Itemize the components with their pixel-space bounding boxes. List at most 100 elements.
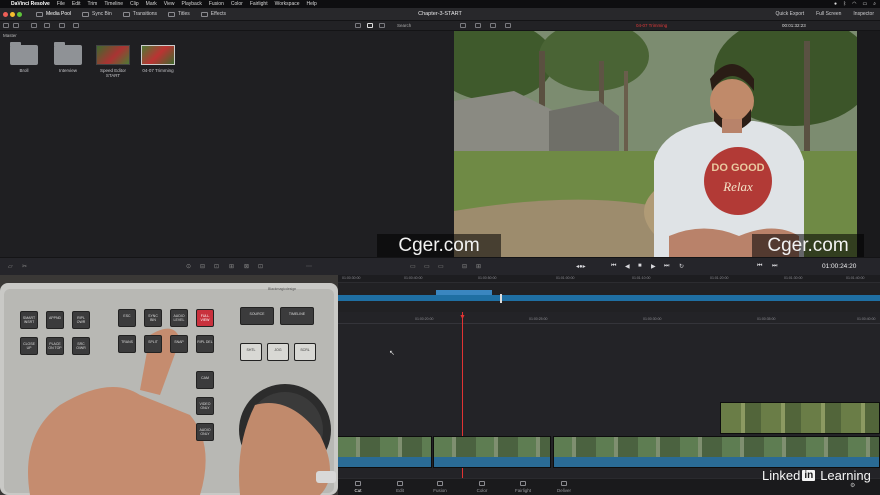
key-snap: SNAP: [170, 335, 188, 353]
smart-insert-icon[interactable]: ⊙: [186, 263, 191, 270]
sync-bin-button[interactable]: Sync Bin: [82, 11, 112, 17]
snap-icon[interactable]: ⊟: [462, 263, 467, 270]
new-bin-icon[interactable]: [44, 23, 50, 28]
audio-trim-icon[interactable]: ⊞: [476, 263, 481, 270]
menu-app-name[interactable]: DaVinci Resolve: [11, 1, 50, 7]
tools-icon[interactable]: ✂: [22, 263, 27, 270]
tape-view-icon[interactable]: [475, 23, 481, 28]
append-icon[interactable]: ⊟: [200, 263, 205, 270]
close-up-icon[interactable]: ⊞: [229, 263, 234, 270]
full-screen-button[interactable]: Full Screen: [816, 11, 841, 17]
next-edit-button[interactable]: ⏭: [772, 263, 777, 270]
prev-edit-button[interactable]: ⏮: [757, 263, 762, 270]
search-field[interactable]: Search: [397, 23, 411, 28]
key-source: SOURCE: [240, 307, 274, 325]
place-on-top-icon[interactable]: ⊠: [244, 263, 249, 270]
page-cut[interactable]: Cut: [343, 481, 373, 493]
timeline-view-toggle-icon[interactable]: ▭: [438, 263, 444, 270]
lower-ruler[interactable]: 01:00:20:00 01:00:25:00 01:00:30:00 01:0…: [337, 316, 880, 324]
menu-file[interactable]: File: [57, 1, 65, 7]
menu-workspace[interactable]: Workspace: [275, 1, 300, 7]
viewer[interactable]: DO GOOD Relax: [454, 31, 857, 258]
grid-view-icon[interactable]: [379, 23, 385, 28]
menu-edit[interactable]: Edit: [72, 1, 81, 7]
zoom-window-button[interactable]: [17, 11, 22, 17]
viewer-clip-name[interactable]: 04-07 Trimming: [636, 23, 667, 28]
menu-trim[interactable]: Trim: [88, 1, 98, 7]
settings-icon[interactable]: ⚙: [850, 482, 855, 489]
thumbnail-view-icon[interactable]: [367, 23, 373, 28]
page-fusion[interactable]: Fusion: [425, 481, 455, 493]
minimize-window-button[interactable]: [10, 11, 15, 17]
titles-button[interactable]: Titles: [168, 11, 190, 17]
quick-export-button[interactable]: Quick Export: [776, 11, 805, 17]
media-pool-button[interactable]: Media Pool: [36, 11, 71, 17]
cut-page-icon: [355, 481, 361, 486]
metadata-icon[interactable]: [59, 23, 65, 28]
interview-clip[interactable]: [337, 436, 432, 468]
menu-fairlight[interactable]: Fairlight: [250, 1, 268, 7]
interview-clip[interactable]: [553, 436, 880, 468]
transitions-button[interactable]: Transitions: [122, 11, 157, 17]
ripple-overwrite-icon[interactable]: ⊡: [214, 263, 219, 270]
master-bin-label[interactable]: Master: [3, 33, 17, 38]
sort-icon[interactable]: [73, 23, 79, 28]
page-deliver[interactable]: Deliver: [549, 481, 579, 493]
page-edit[interactable]: Edit: [385, 481, 415, 493]
bluetooth-icon[interactable]: ᛒ: [843, 1, 846, 7]
battery-icon[interactable]: ▭: [862, 1, 867, 7]
last-frame-button[interactable]: ⏭: [664, 263, 669, 270]
loop-icon[interactable]: ◂●▸: [576, 263, 586, 270]
timeline-04-07-trimming[interactable]: 04-07 Trimming: [139, 45, 177, 73]
wifi-icon[interactable]: ◠: [852, 1, 856, 7]
source-view-icon[interactable]: [460, 23, 466, 28]
bin-interview[interactable]: Interview: [50, 42, 86, 73]
transport-bar: ▱ ✂ ⊙ ⊟ ⊡ ⊞ ⊠ ⊡ ⋯ ▭ ▭ ▭ ⊟ ⊞ ◂●▸ ⏮ ◀ ■ ▶ …: [0, 257, 880, 275]
menu-color[interactable]: Color: [231, 1, 243, 7]
bin-broll[interactable]: Broll: [6, 42, 42, 73]
clip-thumbnail: [434, 437, 550, 459]
safe-area-icon[interactable]: [505, 23, 511, 28]
timeline-speed-editor-start[interactable]: Speed Editor START: [94, 45, 132, 78]
page-fairlight[interactable]: Fairlight: [508, 481, 538, 493]
page-label: Deliver: [556, 488, 571, 493]
key-shtl: SHTL: [240, 343, 262, 361]
upper-timeline[interactable]: [337, 283, 880, 312]
interview-clip[interactable]: [433, 436, 551, 468]
menu-view[interactable]: View: [164, 1, 175, 7]
split-icon[interactable]: ⋯: [306, 263, 312, 270]
lower-timeline[interactable]: 01:00:20:00 01:00:25:00 01:00:30:00 01:0…: [337, 312, 880, 478]
timeline-options-icon[interactable]: ▱: [8, 263, 13, 270]
close-window-button[interactable]: [3, 11, 8, 17]
menu-timeline[interactable]: Timeline: [104, 1, 123, 7]
menu-fusion[interactable]: Fusion: [209, 1, 224, 7]
shirt-text-line1: DO GOOD: [711, 162, 764, 174]
sidebar-toggle-icon[interactable]: [3, 23, 9, 28]
reverse-button[interactable]: ◀: [625, 263, 630, 270]
media-pool-icon: [36, 11, 43, 17]
menu-clip[interactable]: Clip: [130, 1, 139, 7]
broll-clip[interactable]: [720, 402, 880, 434]
page-color[interactable]: Color: [467, 481, 497, 493]
loop-button[interactable]: ↻: [679, 263, 684, 270]
search-icon[interactable]: ⌕: [873, 1, 876, 7]
status-icon[interactable]: ●: [834, 1, 837, 7]
upper-video-track[interactable]: [337, 295, 880, 301]
dual-viewer-icon[interactable]: ▭: [424, 263, 430, 270]
menu-playback[interactable]: Playback: [182, 1, 202, 7]
upper-playhead[interactable]: [500, 294, 502, 303]
effects-icon: [200, 11, 208, 17]
menu-help[interactable]: Help: [307, 1, 317, 7]
play-button[interactable]: ▶: [651, 263, 656, 270]
first-frame-button[interactable]: ⏮: [611, 263, 616, 270]
menu-mark[interactable]: Mark: [146, 1, 157, 7]
import-icon[interactable]: [31, 23, 37, 28]
source-overwrite-icon[interactable]: ⊡: [258, 263, 263, 270]
back-icon[interactable]: [13, 23, 19, 28]
inspector-button[interactable]: Inspector: [853, 11, 874, 17]
stop-button[interactable]: ■: [638, 263, 642, 269]
source-tape-icon[interactable]: ▭: [410, 263, 416, 270]
list-view-icon[interactable]: [355, 23, 361, 28]
timeline-view-icon[interactable]: [490, 23, 496, 28]
effects-button[interactable]: Effects: [200, 11, 226, 17]
